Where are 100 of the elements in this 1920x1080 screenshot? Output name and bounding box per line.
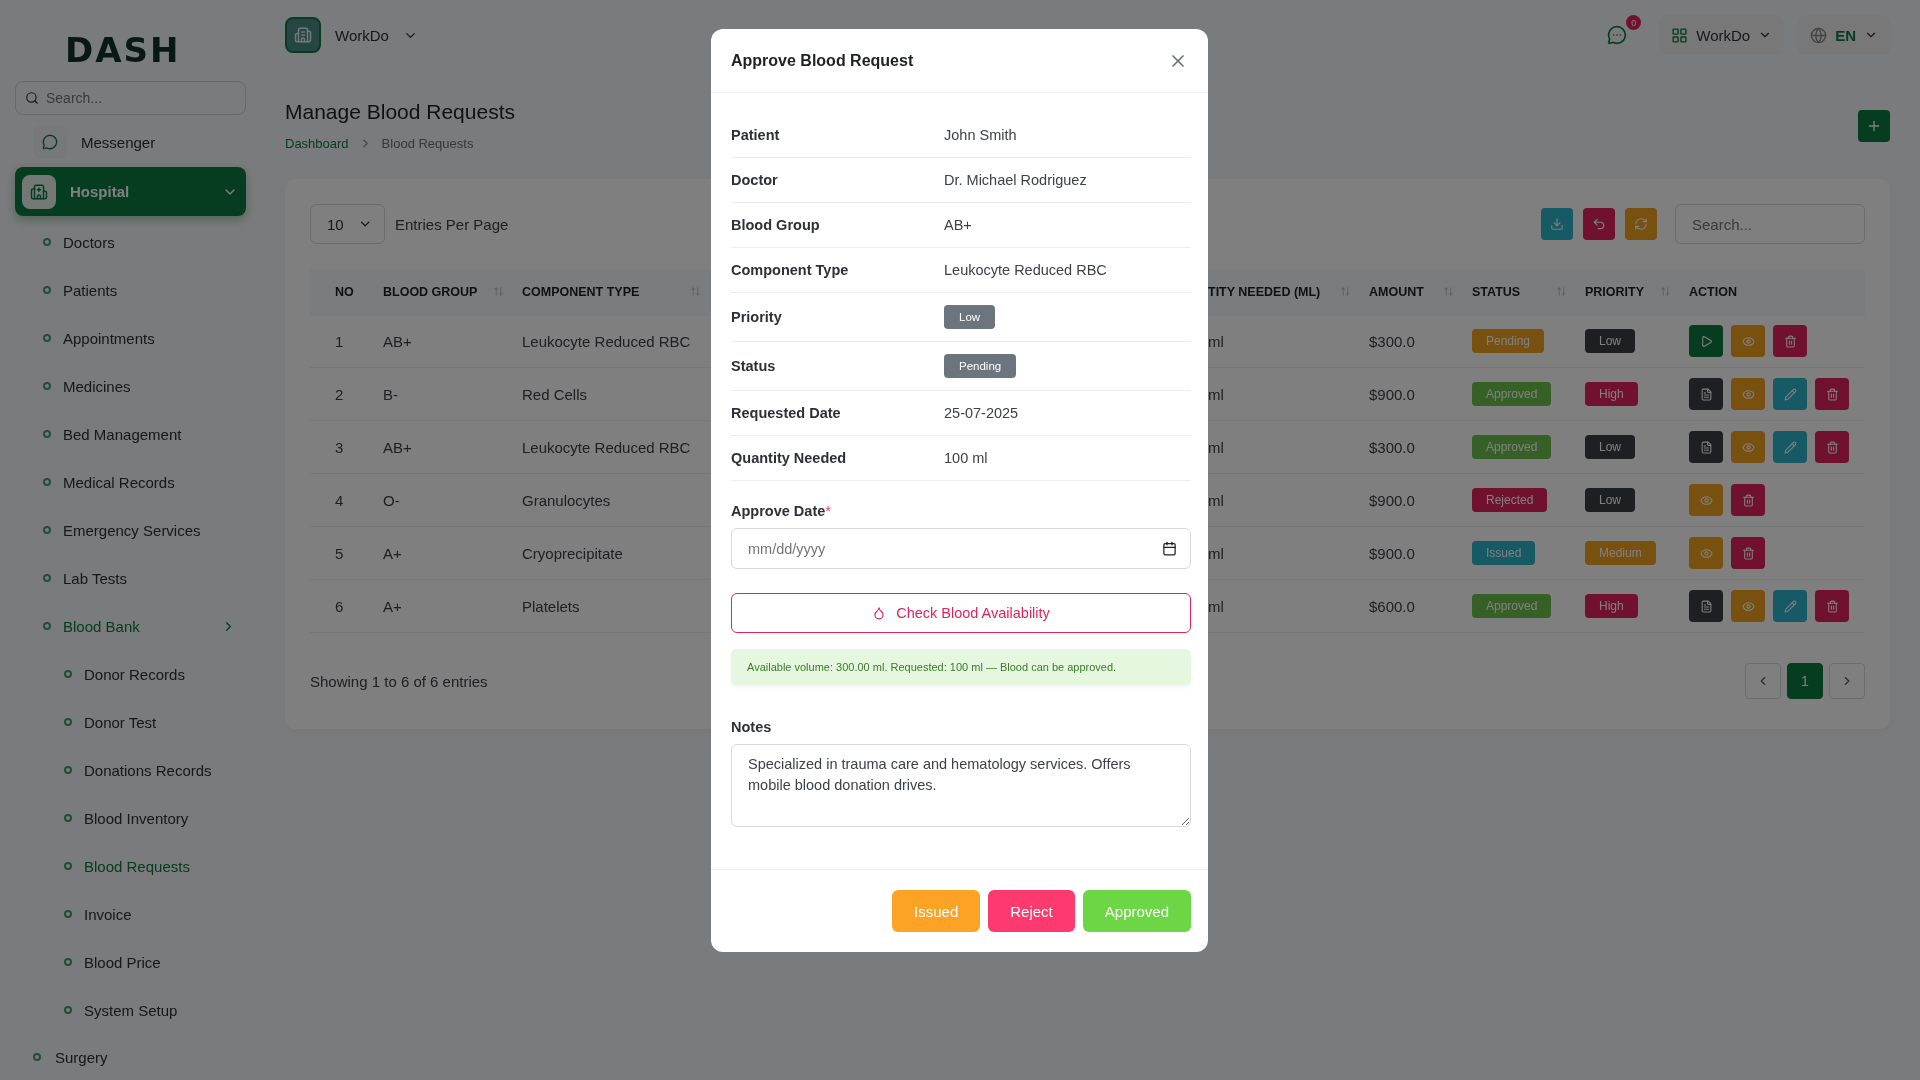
approve-button[interactable] xyxy=(1689,325,1723,357)
calendar-icon[interactable] xyxy=(1162,541,1177,556)
bullet-icon xyxy=(64,814,72,822)
next-page-button[interactable] xyxy=(1829,663,1865,699)
check-availability-button[interactable]: Check Blood Availability xyxy=(731,593,1191,633)
column-header[interactable]: AMOUNT xyxy=(1361,269,1464,315)
trash-icon xyxy=(1783,334,1797,348)
notification-count: 0 xyxy=(1626,15,1642,30)
edit-button[interactable] xyxy=(1773,431,1807,463)
sidebar-item[interactable]: Appointments xyxy=(15,314,246,362)
sidebar-item[interactable]: System Setup xyxy=(15,986,246,1034)
sidebar-item[interactable]: Blood Price xyxy=(15,938,246,986)
building-icon[interactable] xyxy=(285,17,321,53)
eye-icon xyxy=(1741,334,1755,348)
eye-icon xyxy=(1741,440,1755,454)
view-button[interactable] xyxy=(1731,590,1765,622)
download-button[interactable] xyxy=(1541,208,1573,240)
table-cell: 3 xyxy=(310,421,375,474)
sidebar-item[interactable]: Patients xyxy=(15,266,246,314)
delete-button[interactable] xyxy=(1773,325,1807,357)
notes-field[interactable]: Specialized in trauma care and hematology services. Offers mobile blood donation drives. xyxy=(731,744,1191,827)
sidebar-item[interactable]: Medicines xyxy=(15,362,246,410)
sidebar-item[interactable]: Medical Records xyxy=(15,458,246,506)
sidebar-item[interactable]: Surgery xyxy=(15,1036,246,1078)
sidebar-item[interactable]: Hospital xyxy=(15,167,246,216)
sidebar-item[interactable]: Invoice xyxy=(15,890,246,938)
view-button[interactable] xyxy=(1731,325,1765,357)
edit-button[interactable] xyxy=(1773,590,1807,622)
view-button[interactable] xyxy=(1731,378,1765,410)
column-header[interactable]: STATUS xyxy=(1464,269,1577,315)
sidebar-item[interactable]: Donations Records xyxy=(15,746,246,794)
status-badge: Issued xyxy=(1472,541,1536,565)
column-header[interactable]: BLOOD GROUP xyxy=(375,269,514,315)
page-button[interactable]: 1 xyxy=(1787,663,1823,699)
breadcrumb-link[interactable]: Dashboard xyxy=(285,136,349,151)
view-button[interactable] xyxy=(1689,537,1723,569)
invoice-button[interactable] xyxy=(1689,590,1723,622)
status-badge: Pending xyxy=(1472,329,1545,353)
delete-button[interactable] xyxy=(1815,431,1849,463)
column-header[interactable]: COMPONENT TYPE xyxy=(514,269,711,315)
column-header[interactable]: PRIORITY xyxy=(1577,269,1681,315)
status-badge: Rejected xyxy=(1472,488,1548,512)
detail-value: Leukocyte Reduced RBC xyxy=(944,262,1108,278)
delete-button[interactable] xyxy=(1731,537,1765,569)
sidebar-item[interactable]: Messenger xyxy=(15,121,246,163)
sort-icon[interactable] xyxy=(1443,286,1454,297)
table-cell: A+ xyxy=(375,527,514,580)
sidebar-item[interactable]: Donor Test xyxy=(15,698,246,746)
refresh-button[interactable] xyxy=(1625,208,1657,240)
detail-label: Requested Date xyxy=(731,405,842,421)
document-icon xyxy=(1699,440,1713,454)
entries-select[interactable]: 10 xyxy=(310,204,385,244)
column-header: NO xyxy=(310,269,375,315)
sort-icon[interactable] xyxy=(493,286,504,297)
droplet-icon xyxy=(872,606,887,620)
delete-button[interactable] xyxy=(1731,484,1765,516)
availability-alert: Available volume: 300.00 ml. Requested: 100 ml — Blood can be approved. xyxy=(731,649,1191,685)
sort-icon[interactable] xyxy=(1556,286,1567,297)
hospital-icon xyxy=(22,174,56,209)
table-cell: $900.0 xyxy=(1361,368,1464,421)
required-mark: * xyxy=(825,503,831,519)
action-button[interactable]: Reject xyxy=(988,890,1075,932)
field-label: Notes xyxy=(731,719,772,735)
bullet-icon xyxy=(43,478,51,486)
date-field[interactable]: mm/dd/yyyy xyxy=(731,528,1191,569)
breadcrumb-link[interactable]: Blood Requests xyxy=(381,136,474,151)
eye-icon xyxy=(1699,546,1713,560)
delete-button[interactable] xyxy=(1815,590,1849,622)
bullet-icon xyxy=(43,430,51,438)
detail-badge: Low xyxy=(944,305,996,329)
globe-icon xyxy=(1810,26,1828,44)
sort-icon[interactable] xyxy=(1340,286,1351,297)
sort-icon[interactable] xyxy=(1660,286,1671,297)
sidebar-item[interactable]: Blood Bank xyxy=(15,602,246,650)
sidebar-item[interactable]: Doctors xyxy=(15,218,246,266)
workspace-name[interactable]: WorkDo xyxy=(335,26,389,44)
invoice-button[interactable] xyxy=(1689,431,1723,463)
previous-page-button[interactable] xyxy=(1745,663,1781,699)
edit-button[interactable] xyxy=(1773,378,1807,410)
delete-button[interactable] xyxy=(1815,378,1849,410)
sidebar-item[interactable]: Blood Requests xyxy=(15,842,246,890)
sidebar-item[interactable]: Lab Tests xyxy=(15,554,246,602)
sidebar-item[interactable]: Bed Management xyxy=(15,410,246,458)
sidebar-item[interactable]: Emergency Services xyxy=(15,506,246,554)
search-field[interactable]: Search... xyxy=(15,81,246,115)
detail-value: Dr. Michael Rodriguez xyxy=(944,172,1088,188)
grid-icon xyxy=(1671,26,1689,44)
invoice-button[interactable] xyxy=(1689,378,1723,410)
table-cell: 4 xyxy=(310,474,375,527)
view-button[interactable] xyxy=(1731,431,1765,463)
detail-value: John Smith xyxy=(944,127,1018,143)
sort-icon[interactable] xyxy=(690,286,701,297)
view-button[interactable] xyxy=(1689,484,1723,516)
detail-label: Priority xyxy=(731,309,783,325)
sidebar-item[interactable]: Donor Records xyxy=(15,650,246,698)
undo-button[interactable] xyxy=(1583,208,1615,240)
search-field[interactable]: Search... xyxy=(1675,204,1865,244)
table-cell: $900.0 xyxy=(1361,527,1464,580)
add-button[interactable] xyxy=(1858,110,1890,142)
sidebar-item[interactable]: Blood Inventory xyxy=(15,794,246,842)
